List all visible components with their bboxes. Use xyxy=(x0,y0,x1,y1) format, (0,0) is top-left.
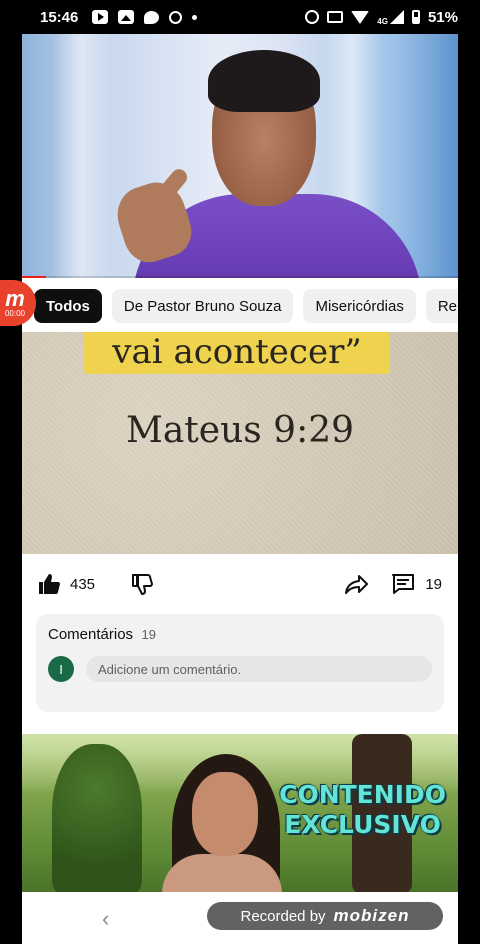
user-avatar: I xyxy=(48,656,74,682)
mobizen-brand: mobizen xyxy=(333,906,410,925)
chip-misericordias[interactable]: Misericórdias xyxy=(303,289,416,323)
video-thumbnail-verse[interactable]: vai acontecer” Mateus 9:29 xyxy=(22,332,458,554)
add-comment-row: I Adicione um comentário. xyxy=(48,656,432,682)
thumbs-down-icon xyxy=(131,573,154,595)
exclusive-title: CONTENIDO EXCLUSIVO xyxy=(279,780,446,840)
youtube-notification-icon xyxy=(92,10,109,24)
battery-percent: 51% xyxy=(427,8,458,26)
wifi-icon xyxy=(351,10,370,24)
comments-title: Comentários xyxy=(48,626,134,643)
share-button[interactable] xyxy=(345,574,369,594)
thumbs-up-icon xyxy=(38,574,60,594)
chip-todos[interactable]: Todos xyxy=(34,289,102,323)
alarm-icon xyxy=(305,10,320,24)
comments-section[interactable]: Comentários 19 I Adicione um comentário. xyxy=(36,614,444,712)
verse-quote-text: vai acontecer” xyxy=(112,332,362,372)
comment-count: 19 xyxy=(425,575,442,593)
video-thumbnail-exclusive[interactable]: CONTENIDO EXCLUSIVO xyxy=(22,734,458,892)
comments-button[interactable]: 19 xyxy=(391,573,442,595)
like-button[interactable]: 435 xyxy=(38,574,95,594)
youtube-app: Todos De Pastor Bruno Souza Misericórdia… xyxy=(22,34,458,944)
recorded-by-watermark: Recorded by mobizen xyxy=(207,902,443,930)
filter-chips: Todos De Pastor Bruno Souza Misericórdia… xyxy=(22,280,458,332)
add-comment-input[interactable]: Adicione um comentário. xyxy=(86,656,432,682)
verse-reference: Mateus 9:29 xyxy=(125,410,355,451)
status-bar: 15:46 4G 51% xyxy=(0,0,480,34)
battery-icon xyxy=(411,10,420,24)
comments-header: Comentários 19 xyxy=(48,626,432,644)
cast-icon xyxy=(327,11,344,23)
curtain-decoration xyxy=(52,34,112,278)
network-type-label: 4G xyxy=(377,16,388,26)
video-player[interactable] xyxy=(22,34,458,278)
video-woman-face xyxy=(192,772,258,856)
gallery-notification-icon xyxy=(118,10,135,24)
video-progress-played xyxy=(22,276,46,278)
cell-signal-icon xyxy=(389,10,404,24)
chat-notification-icon xyxy=(144,10,160,24)
video-person-hair xyxy=(208,50,320,112)
video-progress-track[interactable] xyxy=(22,276,458,278)
back-chevron-icon[interactable]: ‹ xyxy=(102,906,109,932)
status-time: 15:46 xyxy=(40,8,79,26)
chip-related[interactable]: Rela xyxy=(425,289,458,323)
sync-notification-icon xyxy=(169,10,183,24)
exclusive-title-line2: EXCLUSIVO xyxy=(284,810,441,839)
phone-screen: 15:46 4G 51% Todos De Pastor Bruno Souza… xyxy=(0,0,480,944)
more-notifications-dot-icon xyxy=(192,14,198,20)
dislike-button[interactable] xyxy=(131,573,154,595)
comment-icon xyxy=(391,573,415,595)
exclusive-title-line1: CONTENIDO xyxy=(279,780,446,809)
share-icon xyxy=(345,574,369,594)
action-bar: 435 19 xyxy=(22,564,458,604)
comments-count: 19 xyxy=(141,627,156,642)
mobizen-logo-letter: m xyxy=(5,285,25,311)
recording-timer: 00:00 xyxy=(4,308,26,318)
park-tree xyxy=(52,744,142,892)
chip-de-pastor-bruno-souza[interactable]: De Pastor Bruno Souza xyxy=(111,289,294,323)
video-woman-body xyxy=(162,854,282,892)
recorded-by-text: Recorded by xyxy=(240,907,326,925)
like-count: 435 xyxy=(70,575,96,593)
